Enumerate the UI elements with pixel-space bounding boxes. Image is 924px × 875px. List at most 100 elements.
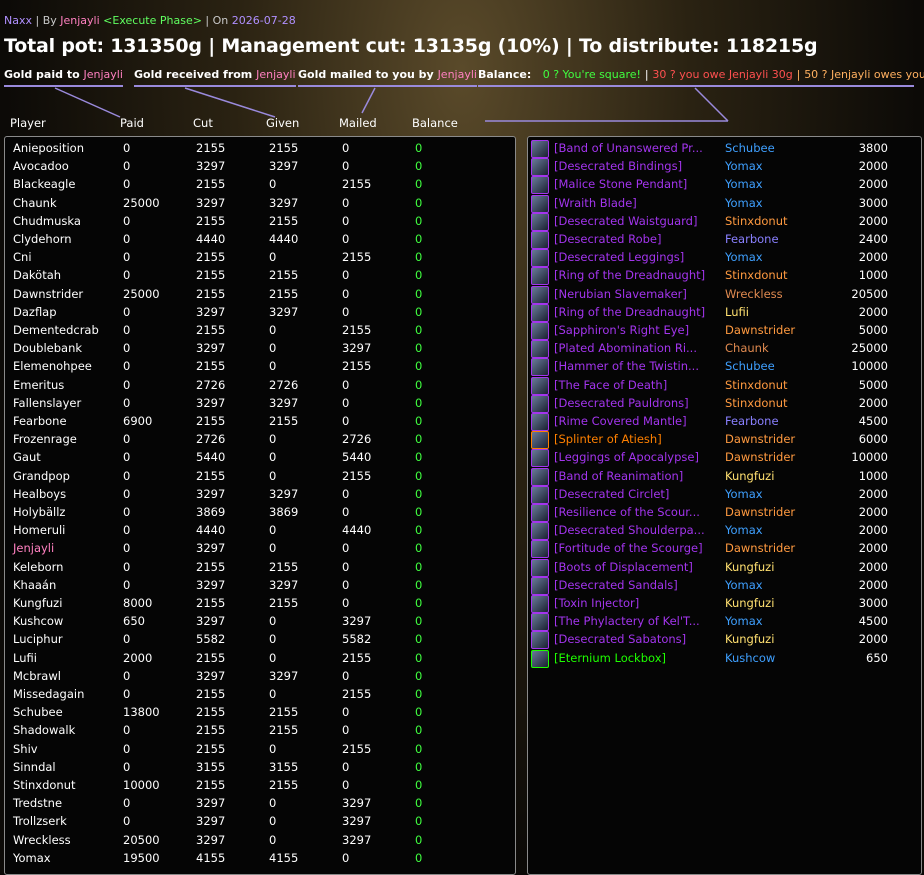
item-price: 4500 [858, 414, 888, 428]
loot-row[interactable]: [Sapphiron's Right Eye] Dawnstrider 5000 [528, 321, 921, 340]
bracers-icon[interactable] [531, 158, 549, 177]
col-header-mailed[interactable]: Mailed [339, 116, 377, 130]
loot-row[interactable]: [Ring of the Dreadnaught] Stinxdonut 1000 [528, 266, 921, 286]
robe-icon[interactable] [531, 231, 549, 249]
loot-row[interactable]: [Band of Reanimation] Kungfuzi 1000 [528, 467, 921, 486]
loot-row[interactable]: [Splinter of Atiesh] Dawnstrider 6000 [528, 430, 921, 450]
item-link[interactable]: [Plated Abomination Ri... [554, 339, 697, 357]
loot-row[interactable]: [Desecrated Bindings] Yomax 2000 [528, 157, 921, 177]
loot-row[interactable]: [Desecrated Circlet] Yomax 2000 [528, 485, 921, 504]
sword-icon[interactable] [531, 194, 549, 213]
player-mailed: 0 [342, 286, 350, 301]
item-link[interactable]: [Desecrated Circlet] [554, 485, 669, 503]
leggings-icon[interactable] [531, 249, 549, 268]
mantle-icon[interactable] [531, 413, 549, 431]
boots-icon[interactable] [531, 631, 549, 650]
item-link[interactable]: [Desecrated Sabatons] [554, 630, 686, 648]
loot-row[interactable]: [Hammer of the Twistin... Schubee 10000 [528, 357, 921, 377]
boots-icon[interactable] [531, 576, 549, 595]
item-link[interactable]: [Sapphiron's Right Eye] [554, 321, 689, 339]
loot-row[interactable]: [Boots of Displacement] Kungfuzi 2000 [528, 558, 921, 577]
item-link[interactable]: [Malice Stone Pendant] [554, 175, 687, 193]
item-link[interactable]: [The Phylactery of Kel'T... [554, 612, 700, 630]
hammer-icon[interactable] [531, 358, 549, 377]
loot-row[interactable]: [Resilience of the Scour... Dawnstrider 20… [528, 503, 921, 522]
loot-row[interactable]: [Ring of the Dreadnaught] Lufii 2000 [528, 303, 921, 322]
shoulders-icon[interactable] [531, 394, 549, 413]
item-link[interactable]: [Fortitude of the Scourge] [554, 539, 703, 557]
splinter-icon[interactable] [531, 431, 549, 450]
col-header-cut[interactable]: Cut [193, 116, 213, 130]
loot-row[interactable]: [The Face of Death] Stinxdonut 5000 [528, 376, 921, 395]
item-link[interactable]: [Desecrated Shoulderpa... [554, 521, 705, 539]
item-link[interactable]: [Eternium Lockbox] [554, 649, 666, 667]
item-link[interactable]: [Splinter of Atiesh] [554, 430, 662, 448]
item-link[interactable]: [Band of Unanswered Pr... [554, 139, 703, 157]
loot-row[interactable]: [Band of Unanswered Pr... Schubee 3800 [528, 139, 921, 158]
ring-icon[interactable] [531, 467, 549, 486]
item-link[interactable]: [Ring of the Dreadnaught] [554, 266, 705, 284]
lockbox-icon[interactable] [531, 649, 549, 668]
item-link[interactable]: [Ring of the Dreadnaught] [554, 303, 705, 321]
item-link[interactable]: [Resilience of the Scour... [554, 503, 700, 521]
loot-row[interactable]: [Rime Covered Mantle] Fearbone 4500 [528, 412, 921, 431]
item-link[interactable]: [Desecrated Robe] [554, 230, 662, 248]
helm-icon[interactable] [531, 485, 549, 504]
col-header-given[interactable]: Given [266, 116, 299, 130]
loot-row[interactable]: [Plated Abomination Ri... Chaunk 25000 [528, 339, 921, 359]
item-link[interactable]: [The Face of Death] [554, 376, 667, 394]
belt-icon[interactable] [531, 212, 549, 231]
loot-row[interactable]: [Desecrated Shoulderpa... Yomax 2000 [528, 521, 921, 541]
loot-row[interactable]: [Desecrated Leggings] Yomax 2000 [528, 248, 921, 268]
item-link[interactable]: [Desecrated Waistguard] [554, 212, 697, 230]
item-link[interactable]: [Hammer of the Twistin... [554, 357, 699, 375]
loot-list[interactable]: [Band of Unanswered Pr... Schubee 3800 [Des… [527, 136, 922, 875]
player-table[interactable]: Anieposition 0 2155 2155 0 0 Avocadoo 0 3297 3297… [4, 136, 516, 875]
loot-row[interactable]: [The Phylactery of Kel'T... Yomax 4500 [528, 612, 921, 632]
item-link[interactable]: [Desecrated Pauldrons] [554, 394, 689, 412]
loot-row[interactable]: [Toxin Injector] Kungfuzi 3000 [528, 594, 921, 613]
loot-row[interactable]: [Desecrated Pauldrons] Stinxdonut 2000 [528, 394, 921, 413]
leggings-icon[interactable] [531, 449, 549, 468]
ring-icon[interactable] [531, 140, 549, 158]
item-link[interactable]: [Nerubian Slavemaker] [554, 285, 687, 303]
loot-row[interactable]: [Malice Stone Pendant] Yomax 2000 [528, 175, 921, 195]
gem-icon[interactable] [531, 322, 549, 340]
ring-icon[interactable] [531, 267, 549, 286]
item-link[interactable]: [Rime Covered Mantle] [554, 412, 687, 430]
necklace-icon[interactable] [531, 176, 549, 195]
col-header-balance[interactable]: Balance [412, 116, 458, 130]
item-link[interactable]: [Desecrated Sandals] [554, 576, 678, 594]
enchant-icon[interactable] [531, 504, 549, 522]
item-link[interactable]: [Desecrated Leggings] [554, 248, 684, 266]
boots-icon[interactable] [531, 558, 549, 577]
shoulders-icon[interactable] [531, 522, 549, 541]
player-paid: 0 [123, 505, 131, 519]
item-price: 2000 [858, 177, 888, 192]
loot-row[interactable]: [Nerubian Slavemaker] Wreckless 20500 [528, 285, 921, 304]
ring-icon[interactable] [531, 303, 549, 322]
item-link[interactable]: [Boots of Displacement] [554, 558, 693, 576]
col-header-paid[interactable]: Paid [120, 116, 144, 130]
item-link[interactable]: [Toxin Injector] [554, 594, 639, 612]
loot-row[interactable]: [Desecrated Sandals] Yomax 2000 [528, 576, 921, 595]
item-link[interactable]: [Band of Reanimation] [554, 467, 683, 485]
loot-row[interactable]: [Wraith Blade] Yomax 3000 [528, 194, 921, 213]
loot-row[interactable]: [Desecrated Sabatons] Kungfuzi 2000 [528, 630, 921, 650]
phylactery-icon[interactable] [531, 613, 549, 632]
loot-row[interactable]: [Eternium Lockbox] Kushcow 650 [528, 649, 921, 668]
enchant-icon[interactable] [531, 540, 549, 559]
col-header-player[interactable]: Player [10, 116, 46, 130]
loot-row[interactable]: [Desecrated Robe] Fearbone 2400 [528, 230, 921, 249]
loot-row[interactable]: [Fortitude of the Scourge] Dawnstrider 200… [528, 539, 921, 559]
item-link[interactable]: [Leggings of Apocalypse] [554, 448, 699, 466]
buyer-name: Kungfuzi [725, 596, 775, 610]
dagger-icon[interactable] [531, 595, 549, 613]
crossbow-icon[interactable] [531, 285, 549, 304]
item-link[interactable]: [Wraith Blade] [554, 194, 637, 212]
item-link[interactable]: [Desecrated Bindings] [554, 157, 682, 175]
loot-row[interactable]: [Desecrated Waistguard] Stinxdonut 2000 [528, 212, 921, 231]
ring-icon[interactable] [531, 340, 549, 359]
shield-icon[interactable] [531, 376, 549, 395]
loot-row[interactable]: [Leggings of Apocalypse] Dawnstrider 10000 [528, 448, 921, 468]
